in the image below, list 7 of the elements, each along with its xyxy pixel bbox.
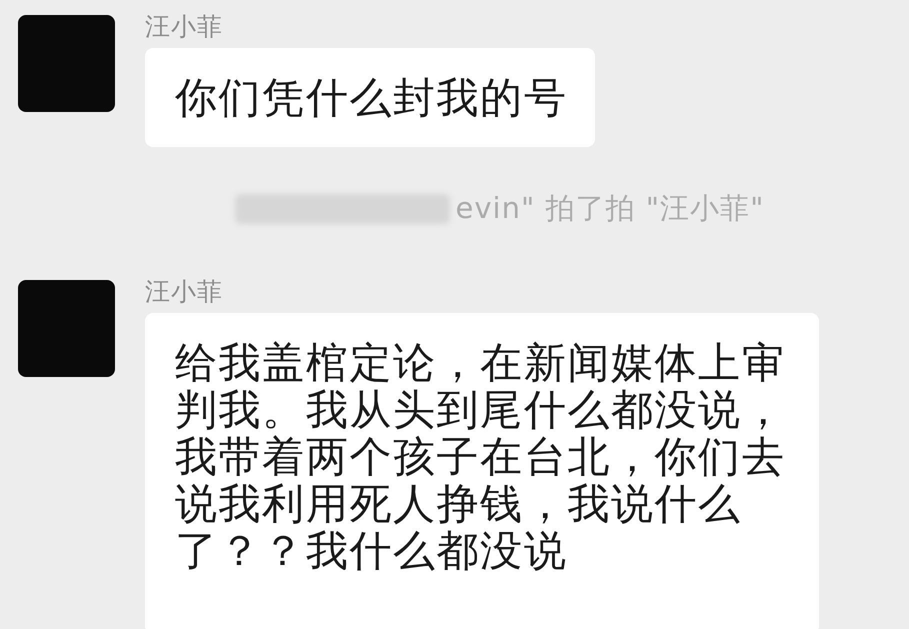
message-bubble: 你们凭什么封我的号 [145,48,596,147]
avatar[interactable] [18,280,115,377]
message-bubble: 给我盖棺定论，在新闻媒体上审判我。我从头到尾什么都没说，我带着两个孩子在台北，你们去说我利用死人挣钱，我说什么了？？我什么都没说 [145,313,819,629]
sender-name: 汪小菲 [145,12,223,43]
sender-name: 汪小菲 [145,277,223,308]
system-message: evin" 拍了拍 "汪小菲" [456,190,764,227]
avatar[interactable] [18,15,115,112]
